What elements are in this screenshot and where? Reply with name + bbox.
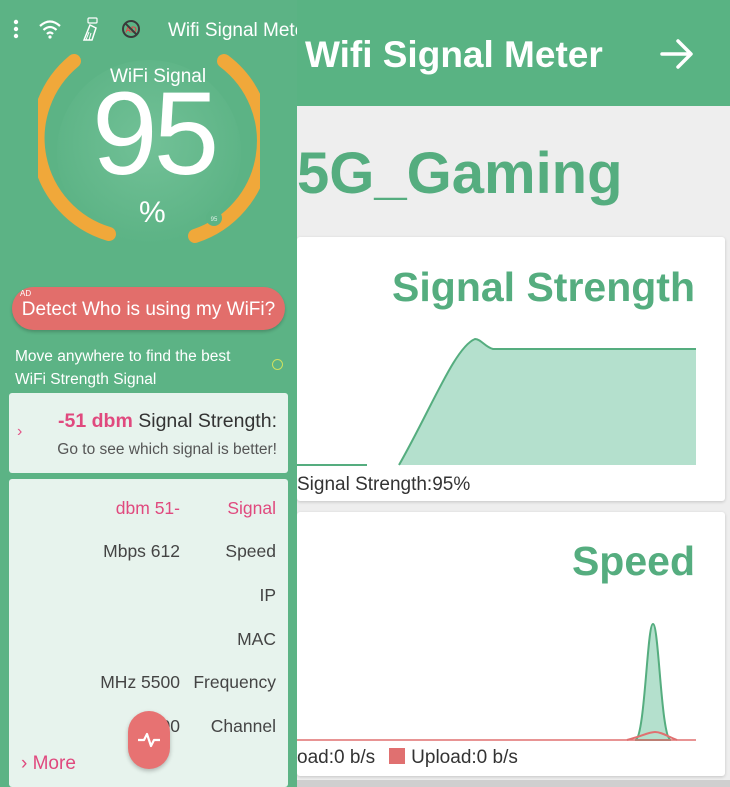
ip-key: IP <box>259 585 276 605</box>
signal-legend: Signal Strength:95% <box>297 474 471 495</box>
svg-text:95: 95 <box>211 217 218 223</box>
pulse-fab-button[interactable] <box>128 711 170 769</box>
app-title-left: Wifi Signal Meter <box>168 20 297 41</box>
speed-key: Speed <box>225 541 276 561</box>
signal-strength-title: Signal Strength <box>392 264 695 310</box>
strength-dbm: -51 dbm <box>58 410 133 432</box>
strength-subtitle: Go to see which signal is better! <box>57 441 277 458</box>
download-legend: oad:0 b/s <box>297 747 376 768</box>
channel-key: Channel <box>210 716 276 736</box>
ad-tag: AD <box>20 289 32 298</box>
mac-key: MAC <box>237 629 276 649</box>
wifi-icon <box>39 20 61 39</box>
more-label: More <box>32 753 76 774</box>
no-ads-icon[interactable]: AD <box>121 19 141 39</box>
wifi-detail-screen: AD Wifi Signal Meter 95 WiFi Signal 95 %… <box>0 0 297 787</box>
signal-area <box>297 339 696 465</box>
more-link[interactable]: › More <box>21 753 76 775</box>
frequency-key: Frequency <box>193 672 276 692</box>
bottom-card-edge <box>297 780 730 787</box>
arrow-right-icon[interactable] <box>656 33 698 75</box>
speed-graph <box>297 622 696 741</box>
more-vert-icon[interactable] <box>12 18 20 40</box>
gauge-unit: % <box>139 196 166 229</box>
app-title: Wifi Signal Meter <box>305 34 603 75</box>
speed-card: Speed oad:0 b/s Upload:0 b/s <box>297 512 725 776</box>
detect-users-label: Detect Who is using my WiFi? <box>21 299 276 320</box>
strength-panel[interactable]: › -51 dbm Signal Strength: Go to see whi… <box>9 393 288 473</box>
ad-broom-icon[interactable] <box>80 16 102 42</box>
speed-legend: oad:0 b/s Upload:0 b/s <box>297 747 518 769</box>
signal-strength-graph <box>297 337 696 466</box>
upload-swatch <box>389 748 406 764</box>
signal-value: dbm 51- <box>115 498 180 518</box>
frequency-value: MHz 5500 <box>100 672 180 692</box>
speed-title: Speed <box>571 538 695 584</box>
signal-strength-card: Signal Strength Signal Strength:95% <box>297 237 725 501</box>
signal-key: Signal <box>227 498 276 518</box>
detect-users-button[interactable]: AD Detect Who is using my WiFi? <box>12 287 285 330</box>
download-peak <box>634 622 672 741</box>
speed-value: Mbps 612 <box>103 541 180 561</box>
more-chevron-icon: › <box>21 753 33 774</box>
info-icon[interactable] <box>272 359 283 370</box>
chevron-right-icon: › <box>17 423 23 440</box>
upload-legend: Upload:0 b/s <box>411 747 518 768</box>
network-name: 5G_Gaming <box>297 141 623 206</box>
gauge-value: 95 <box>92 68 219 200</box>
strength-headline: -51 dbm Signal Strength: <box>58 410 277 433</box>
pulse-icon <box>138 732 160 748</box>
hint-text: Move anywhere to find the best WiFi Stre… <box>15 348 231 388</box>
strength-label: Signal Strength: <box>132 410 277 432</box>
